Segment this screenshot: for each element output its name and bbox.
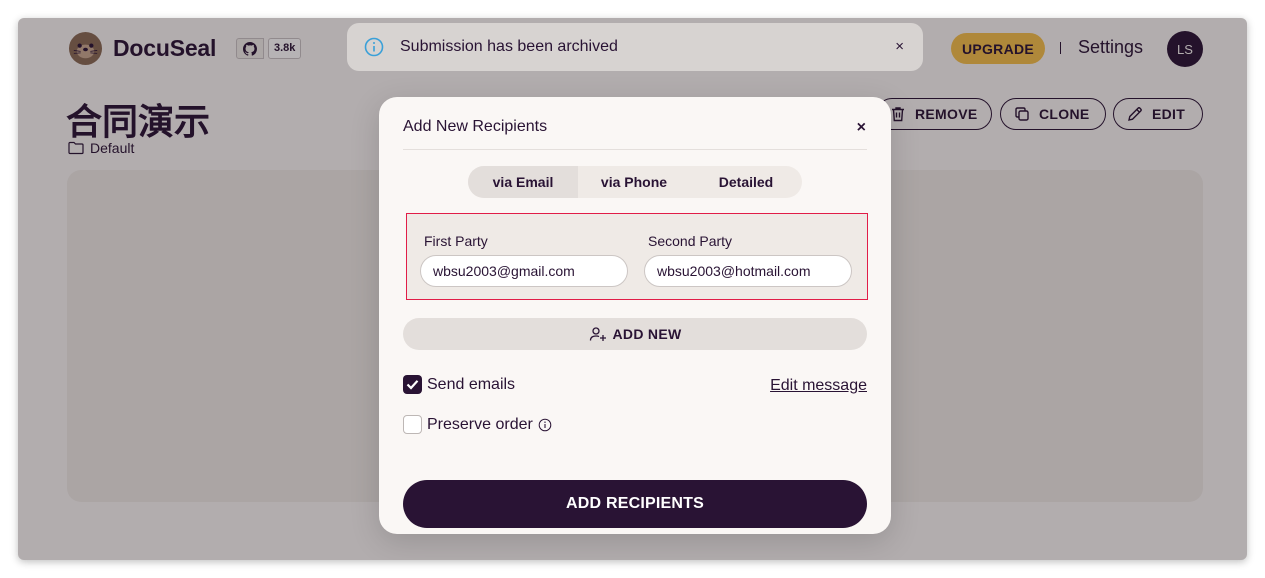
toast-close-icon[interactable]: × (895, 38, 904, 55)
preserve-order-label: Preserve order (427, 415, 533, 433)
tab-via-email[interactable]: via Email (468, 166, 578, 198)
first-party-label: First Party (424, 233, 488, 249)
second-party-label: Second Party (648, 233, 733, 249)
app-window: DocuSeal 3.8k UPGRADE Settings LS 合同演示 D… (18, 18, 1247, 560)
add-recipients-button[interactable]: ADD RECIPIENTS (403, 480, 867, 528)
modal-close-icon[interactable]: × (857, 119, 866, 137)
info-icon[interactable] (538, 418, 552, 432)
send-emails-label: Send emails (427, 375, 516, 393)
add-user-icon (589, 327, 606, 341)
toast-message: Submission has been archived (400, 38, 618, 55)
checkmark-icon (406, 380, 419, 390)
second-party-email-input[interactable] (644, 255, 852, 287)
modal-title: Add New Recipients (403, 118, 548, 135)
info-icon (364, 37, 384, 57)
toast-notification: Submission has been archived × (347, 23, 923, 71)
tab-detailed[interactable]: Detailed (690, 166, 802, 198)
tab-via-phone[interactable]: via Phone (578, 166, 690, 198)
recipient-method-tabs: via Email via Phone Detailed (468, 166, 802, 198)
preserve-order-option[interactable]: Preserve order (403, 415, 552, 434)
add-new-label: ADD NEW (612, 326, 682, 342)
send-emails-checkbox[interactable] (403, 375, 422, 394)
edit-message-link[interactable]: Edit message (770, 377, 867, 395)
send-emails-option[interactable]: Send emails (403, 375, 515, 394)
modal-divider (403, 149, 867, 150)
preserve-order-checkbox[interactable] (403, 415, 422, 434)
first-party-email-input[interactable] (420, 255, 628, 287)
add-recipients-modal: Add New Recipients × via Email via Phone… (379, 97, 891, 534)
add-new-button[interactable]: ADD NEW (403, 318, 867, 350)
recipients-fields-group: First Party Second Party (406, 213, 868, 300)
